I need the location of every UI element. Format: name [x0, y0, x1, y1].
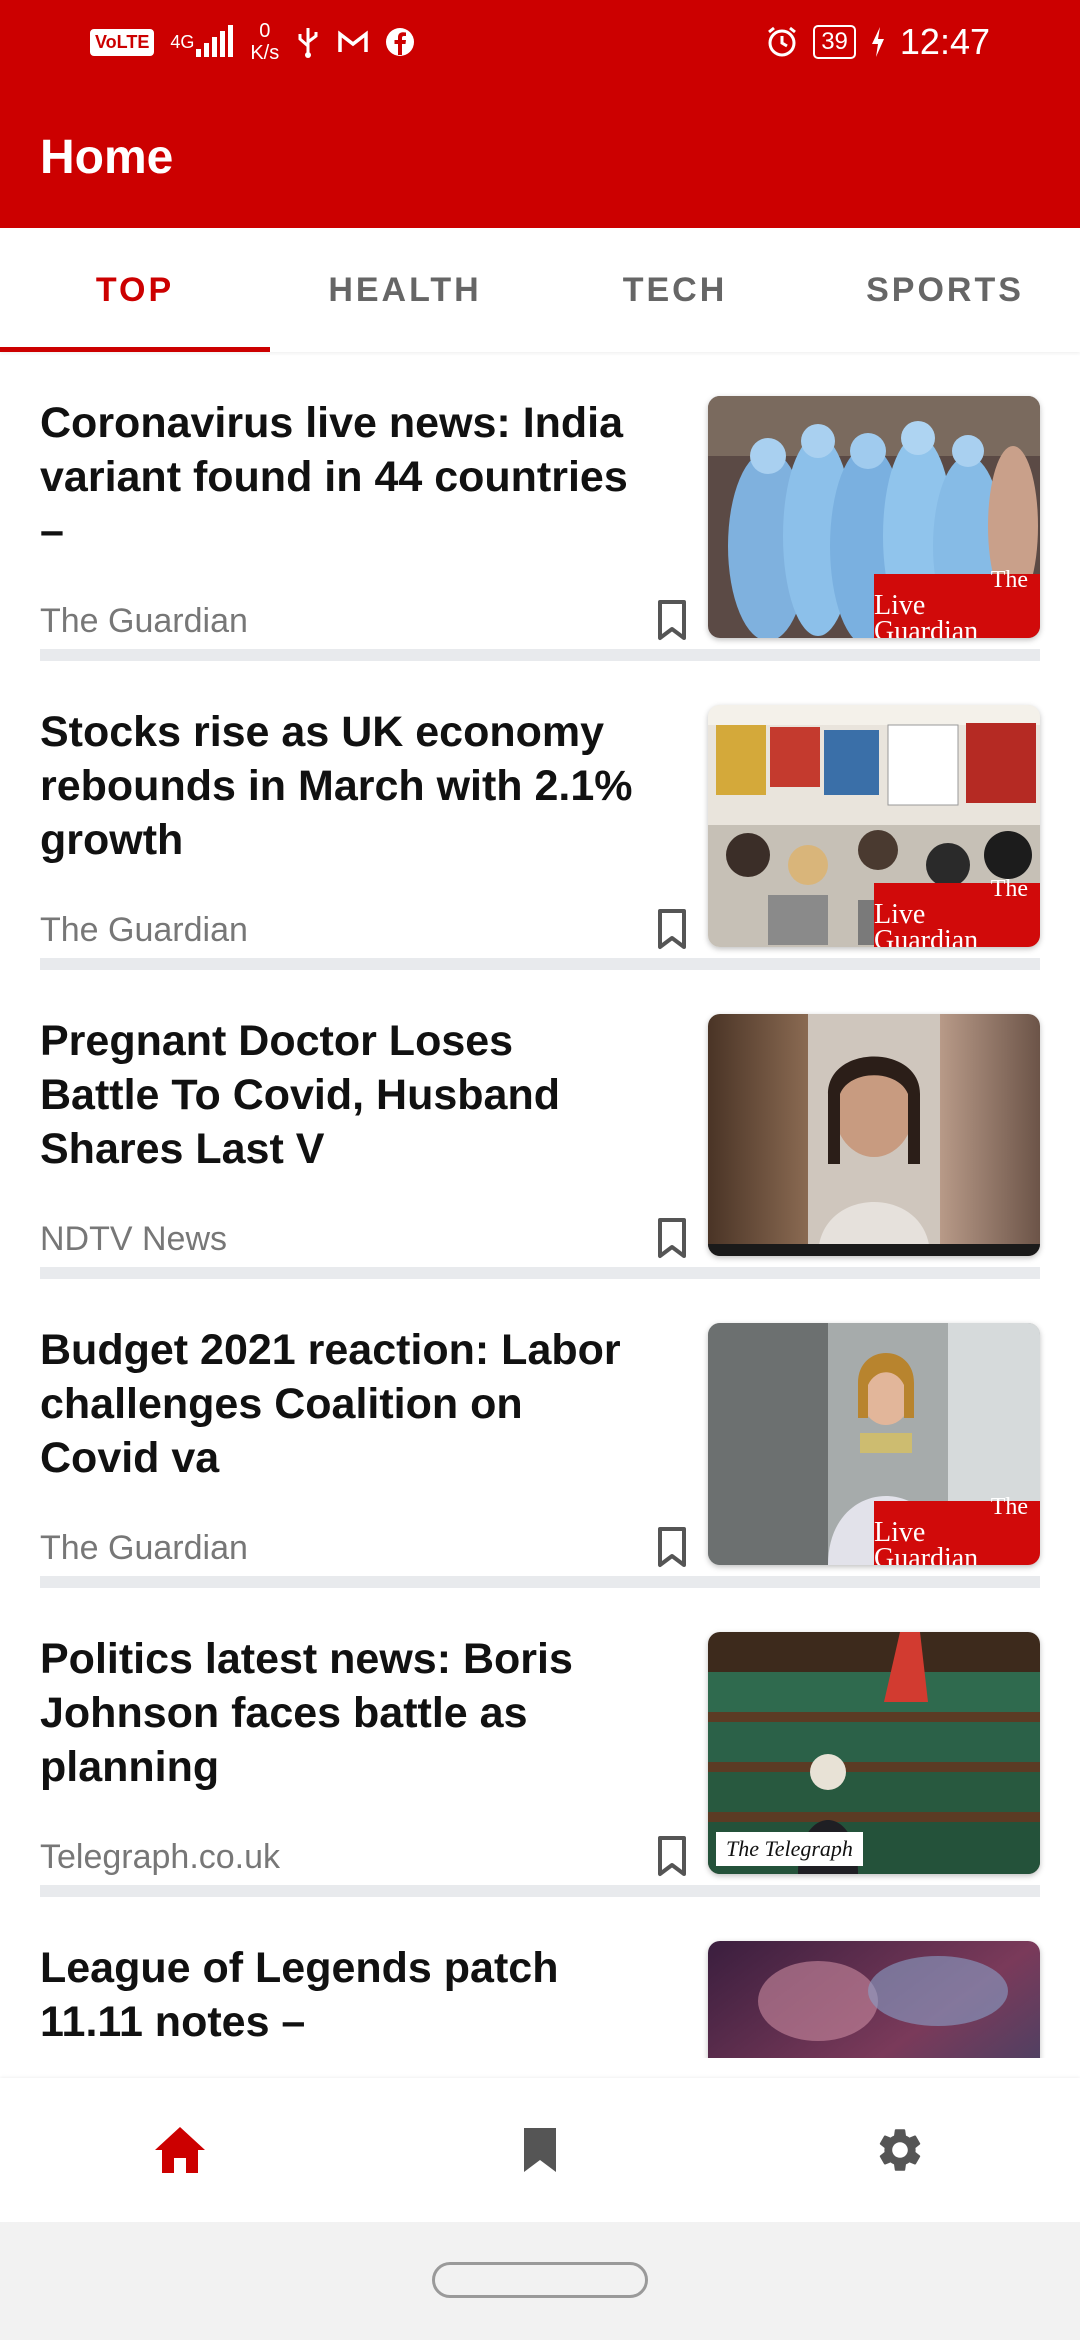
signal-icon: 4G: [170, 25, 234, 59]
system-gesture-bar: [0, 2222, 1080, 2340]
gear-icon: [879, 2129, 921, 2171]
nav-settings[interactable]: [720, 2078, 1080, 2222]
article-source: NDTV News: [40, 1220, 228, 1258]
charging-icon: [870, 27, 886, 57]
guardian-logo: The Live Guardian: [874, 876, 1040, 947]
home-gesture-handle[interactable]: [432, 2262, 648, 2298]
volte-indicator: VoLTE: [90, 28, 155, 56]
telegraph-logo: The Telegraph: [716, 1832, 863, 1866]
article-headline[interactable]: Politics latest news: Boris Johnson face…: [40, 1632, 640, 1794]
article-thumbnail[interactable]: The Live Guardian: [708, 396, 1040, 638]
bookmark-outline-icon[interactable]: [652, 1525, 692, 1569]
divider: [40, 1267, 1040, 1279]
nav-bookmarks[interactable]: [360, 2078, 720, 2222]
network-speed: 0 K/s: [250, 20, 280, 64]
divider: [40, 958, 1040, 970]
article-source: Telegraph.co.uk: [40, 1838, 281, 1876]
bookmark-outline-icon[interactable]: [652, 1216, 692, 1260]
article-headline[interactable]: Stocks rise as UK economy rebounds in Ma…: [40, 705, 640, 867]
guardian-logo: The Live Guardian: [874, 567, 1040, 638]
article-thumbnail[interactable]: The Telegraph: [708, 1632, 1040, 1874]
page-title: Home: [40, 131, 174, 184]
guardian-logo: The Live Guardian: [874, 1494, 1040, 1565]
article-card[interactable]: Politics latest news: Boris Johnson face…: [0, 1588, 1080, 1897]
status-bar: VoLTE 4G 0 K/s 39 12:47: [0, 0, 1080, 84]
bookmark-icon: [524, 2128, 556, 2172]
article-headline[interactable]: Pregnant Doctor Loses Battle To Covid, H…: [40, 1014, 640, 1176]
article-source: The Guardian: [40, 602, 248, 640]
article-card[interactable]: League of Legends patch 11.11 notes –: [0, 1897, 1080, 2058]
bookmark-outline-icon[interactable]: [652, 598, 692, 642]
divider: [40, 1885, 1040, 1897]
article-thumbnail[interactable]: The Live Guardian: [708, 705, 1040, 947]
tab-health[interactable]: HEALTH: [270, 228, 540, 352]
alarm-icon: [765, 25, 799, 59]
gmail-icon: [337, 29, 369, 55]
app-bar: VoLTE 4G 0 K/s 39 12:47 Home: [0, 0, 1080, 228]
article-headline[interactable]: League of Legends patch 11.11 notes –: [40, 1941, 640, 2049]
battery-indicator: 39: [813, 25, 856, 59]
league-of-legends-image: [708, 1941, 1040, 2058]
news-feed[interactable]: Coronavirus live news: India variant fou…: [0, 352, 1080, 2058]
article-card[interactable]: Stocks rise as UK economy rebounds in Ma…: [0, 661, 1080, 970]
clock: 12:47: [899, 21, 990, 62]
divider: [40, 649, 1040, 661]
article-card[interactable]: Pregnant Doctor Loses Battle To Covid, H…: [0, 970, 1080, 1279]
facebook-icon: [385, 27, 415, 57]
doctor-video-image: [708, 1014, 1040, 1256]
article-source: The Guardian: [40, 911, 248, 949]
category-tabs: TOP HEALTH TECH SPORTS: [0, 228, 1080, 352]
article-headline[interactable]: Coronavirus live news: India variant fou…: [40, 396, 640, 558]
article-headline[interactable]: Budget 2021 reaction: Labor challenges C…: [40, 1323, 640, 1485]
bottom-navigation: [0, 2078, 1080, 2222]
article-thumbnail[interactable]: [708, 1941, 1040, 2058]
nav-home[interactable]: [0, 2078, 360, 2222]
tab-top[interactable]: TOP: [0, 228, 270, 352]
article-thumbnail[interactable]: [708, 1014, 1040, 1256]
article-card[interactable]: Budget 2021 reaction: Labor challenges C…: [0, 1279, 1080, 1588]
article-thumbnail[interactable]: The Live Guardian: [708, 1323, 1040, 1565]
usb-icon: [295, 26, 321, 58]
divider: [40, 1576, 1040, 1588]
bookmark-outline-icon[interactable]: [652, 1834, 692, 1878]
article-source: The Guardian: [40, 1529, 248, 1567]
home-icon: [155, 2127, 205, 2173]
tab-sports[interactable]: SPORTS: [810, 228, 1080, 352]
tab-tech[interactable]: TECH: [540, 228, 810, 352]
bookmark-outline-icon[interactable]: [652, 907, 692, 951]
article-card[interactable]: Coronavirus live news: India variant fou…: [0, 352, 1080, 661]
